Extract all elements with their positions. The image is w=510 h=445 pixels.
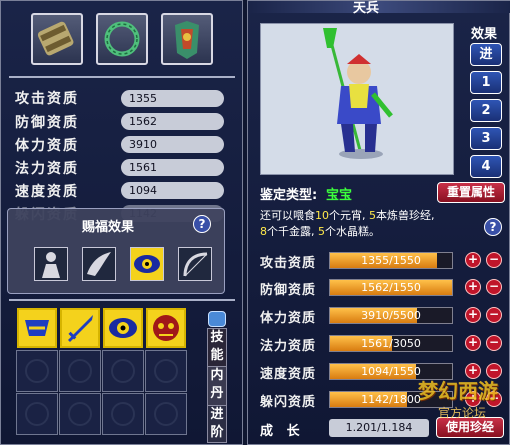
reset-attributes-button[interactable]: 重置属性 (437, 182, 505, 203)
pet-portrait (260, 23, 454, 175)
skill-slot-4[interactable] (146, 308, 186, 348)
skill-slot-2[interactable] (60, 308, 100, 348)
aptitude-bar-dodge: 1142/1800 (329, 391, 453, 408)
empty-skill-slot[interactable] (16, 393, 58, 435)
demon-skill-icon (153, 315, 179, 341)
sword-skill-icon (68, 315, 93, 342)
plus-button[interactable]: + (465, 252, 481, 268)
aptitude-bar-attack: 1355/1550 (329, 252, 453, 269)
pet-name-title: 天兵 (353, 1, 380, 16)
aptitude-label-hp: 体力资质 (260, 311, 317, 326)
aptitude-label-attack: 攻击资质 (260, 256, 317, 271)
empty-skill-slot[interactable] (102, 393, 144, 435)
skill-slot-1[interactable] (17, 308, 57, 348)
divider (9, 299, 235, 301)
identify-value: 宝宝 (326, 188, 353, 203)
jade-ring-icon (104, 21, 140, 57)
armor-icon (175, 21, 199, 59)
feed-help-button[interactable]: ? (484, 218, 502, 236)
aptitude-bar-hp: 3910/5500 (329, 307, 453, 324)
stat-value-hp: 3910 (121, 136, 224, 153)
scroll-icon (37, 21, 74, 56)
plus-button[interactable]: + (465, 335, 481, 351)
empty-skill-slot[interactable] (145, 350, 187, 392)
equip-slot-3[interactable] (161, 13, 213, 65)
stat-value-defense: 1562 (121, 113, 224, 130)
pet-detail-panel: 天兵 效果 进 1 2 3 4 鉴定类型: 宝宝 重置属性 还可以喂食10个元宵… (247, 0, 510, 445)
aptitude-bar-defense: 1562/1550 (329, 279, 453, 296)
minus-button[interactable]: − (486, 335, 502, 351)
popup-title: 赐福效果 (82, 220, 135, 235)
minus-button[interactable]: − (486, 363, 502, 379)
equip-slot-1[interactable] (31, 13, 83, 65)
aptitude-label-defense: 防御资质 (260, 283, 317, 298)
aptitude-bar-mp: 1561/3050 (329, 335, 453, 352)
blessing-skill-1[interactable] (34, 247, 68, 281)
bow-skill-icon (183, 252, 208, 277)
pet-info-panel: 攻击资质 1355 防御资质 1562 体力资质 3910 法力资质 1561 … (0, 0, 243, 445)
minus-button[interactable]: − (486, 252, 502, 268)
stat-value-mp: 1561 (121, 159, 224, 176)
effect-button-4[interactable]: 4 (470, 155, 502, 178)
empty-skill-slot[interactable] (145, 393, 187, 435)
aptitude-label-speed: 速度资质 (260, 367, 317, 382)
blessing-skill-2[interactable] (82, 247, 116, 281)
plus-button[interactable]: + (465, 307, 481, 323)
empty-skill-slot[interactable] (59, 350, 101, 392)
stat-label-defense: 防御资质 (15, 115, 79, 131)
feed-info-text: 还可以喂食10个元宵, 5本炼兽珍经, 8个千金露, 5个水晶糕。 (260, 209, 435, 238)
advance-tab-button[interactable]: 进阶 (207, 405, 227, 443)
blessing-skill-4[interactable] (178, 247, 212, 281)
popup-help-button[interactable]: ? (193, 215, 211, 233)
effect-button-2[interactable]: 2 (470, 99, 502, 122)
plus-button[interactable]: + (465, 363, 481, 379)
advance-effect-button[interactable]: 进 (470, 43, 502, 66)
stat-label-hp: 体力资质 (15, 138, 79, 154)
minus-button[interactable]: − (486, 307, 502, 323)
identify-label: 鉴定类型: (260, 188, 318, 203)
empty-skill-slot[interactable] (59, 393, 101, 435)
aptitude-bar-speed: 1094/1550 (329, 363, 453, 380)
effect-label: 效果 (471, 27, 498, 42)
skill-slot-3[interactable] (103, 308, 143, 348)
growth-value: 1.201/1.184 (329, 419, 429, 437)
stat-label-speed: 速度资质 (15, 184, 79, 200)
stat-label-mp: 法力资质 (15, 161, 79, 177)
eye-skill-icon (134, 255, 160, 273)
figure-skill-icon (42, 252, 60, 278)
blessing-effect-popup: 赐福效果 ? (7, 208, 225, 294)
blessing-skill-3[interactable] (130, 247, 164, 281)
eye-skill-icon (109, 318, 137, 338)
divider (9, 76, 235, 78)
effect-button-3[interactable]: 3 (470, 127, 502, 150)
minus-button[interactable]: − (486, 279, 502, 295)
aptitude-label-dodge: 躲闪资质 (260, 395, 317, 410)
empty-skill-slot[interactable] (16, 350, 58, 392)
wing-skill-icon (87, 252, 111, 276)
lock-icon (208, 311, 226, 327)
empty-skill-slot[interactable] (102, 350, 144, 392)
stat-label-attack: 攻击资质 (15, 91, 79, 107)
aptitude-label-mp: 法力资质 (260, 339, 317, 354)
inner-dan-tab-button[interactable]: 内丹 (207, 366, 227, 406)
skill-tab-button[interactable]: 技能 (207, 328, 227, 368)
minus-button[interactable]: − (486, 391, 502, 407)
equip-slot-2[interactable] (96, 13, 148, 65)
blue-scarf-skill-icon (25, 320, 49, 336)
stat-value-attack: 1355 (121, 90, 224, 107)
stat-value-speed: 1094 (121, 182, 224, 199)
use-manual-button[interactable]: 使用珍经 (436, 417, 504, 438)
heavenly-soldier-sprite (323, 28, 393, 159)
plus-button[interactable]: + (465, 279, 481, 295)
growth-label: 成 长 (260, 424, 300, 439)
plus-button[interactable]: + (465, 391, 481, 407)
effect-button-1[interactable]: 1 (470, 71, 502, 94)
